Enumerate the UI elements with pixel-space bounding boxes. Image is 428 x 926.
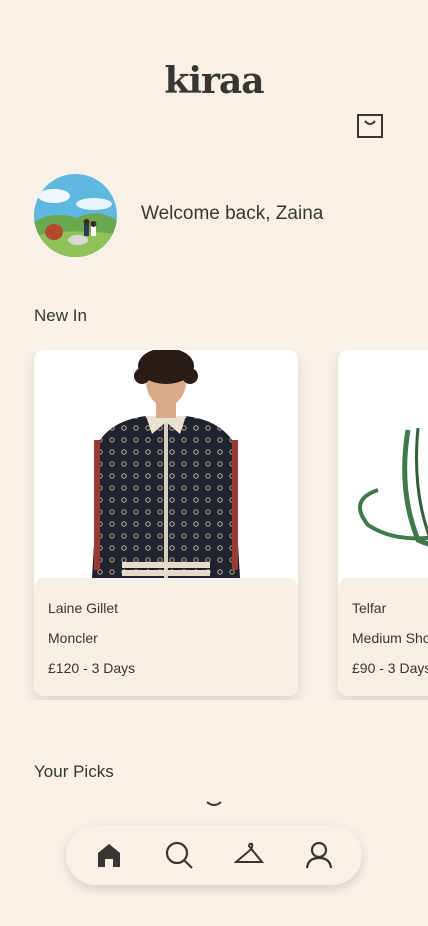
- chevron-down-icon[interactable]: [205, 800, 223, 810]
- product-info: Laine Gillet Moncler £120 - 3 Days: [34, 578, 298, 696]
- app-logo: kiraa: [164, 60, 264, 102]
- product-brand: Moncler: [48, 630, 98, 646]
- bottom-nav: [66, 825, 362, 885]
- product-image: [34, 350, 298, 578]
- user-icon[interactable]: [304, 840, 334, 870]
- section-title-new-in: New In: [34, 306, 87, 325]
- avatar[interactable]: [34, 174, 117, 257]
- home-icon[interactable]: [94, 840, 124, 870]
- product-info: Telfar Medium Shopping Bag £90 - 3 Days: [338, 578, 428, 696]
- shopping-bag-icon[interactable]: [357, 114, 383, 138]
- section-title-your-picks: Your Picks: [34, 762, 114, 781]
- new-in-carousel[interactable]: Laine Gillet Moncler £120 - 3 Days Telfa…: [0, 350, 428, 700]
- product-image: [338, 350, 428, 578]
- product-card[interactable]: Telfar Medium Shopping Bag £90 - 3 Days: [338, 350, 428, 696]
- welcome-message: Welcome back, Zaina: [141, 203, 324, 224]
- product-price: £90 - 3 Days: [352, 660, 428, 676]
- product-name: Telfar: [352, 600, 387, 616]
- search-icon[interactable]: [164, 840, 194, 870]
- hanger-icon[interactable]: [234, 840, 264, 870]
- product-card[interactable]: Laine Gillet Moncler £120 - 3 Days: [34, 350, 298, 696]
- product-name: Laine Gillet: [48, 600, 119, 616]
- product-brand: Medium Shopping Bag: [352, 630, 428, 646]
- product-price: £120 - 3 Days: [48, 660, 136, 676]
